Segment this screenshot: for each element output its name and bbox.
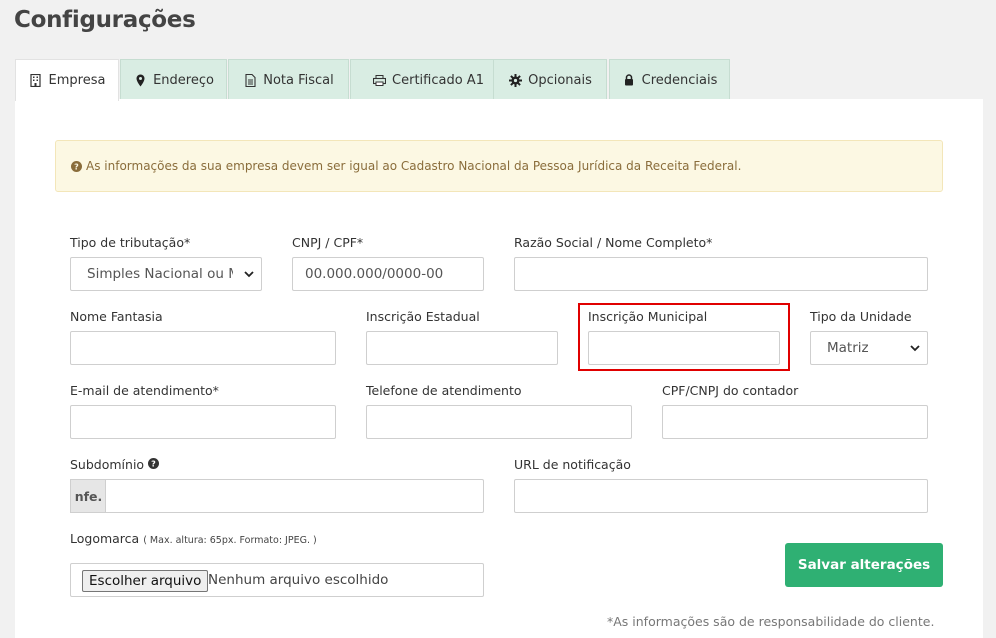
building-icon [29, 74, 43, 88]
document-icon [243, 73, 257, 87]
cpf-cnpj-contador-input[interactable] [662, 405, 928, 439]
email-atendimento-input[interactable] [70, 405, 336, 439]
tipo-tributacao-select[interactable]: Simples Nacional ou MEI [70, 257, 262, 291]
footnote: *As informações são de responsabilidade … [607, 614, 935, 629]
chevron-down-icon [909, 342, 921, 358]
subdominio-input[interactable] [105, 479, 484, 513]
tab-label: Credenciais [641, 72, 718, 88]
tipo-unidade-value: Matriz [827, 340, 869, 356]
cnpj-cpf-placeholder: 00.000.000/0000-00 [305, 266, 444, 282]
question-circle-icon[interactable]: ? [148, 457, 160, 472]
tab-label: Endereço [153, 72, 214, 88]
cnpj-cpf-label: CNPJ / CPF* [292, 235, 364, 250]
svg-text:?: ? [151, 460, 156, 469]
subdominio-prefix: nfe. [70, 479, 106, 513]
tab-label: Nota Fiscal [263, 72, 334, 88]
tab-label: Empresa [48, 73, 106, 88]
tab-label: Certificado A1 [392, 72, 484, 88]
url-notificacao-input[interactable] [514, 479, 928, 513]
tab-empresa[interactable]: Empresa [15, 59, 119, 101]
cpf-cnpj-contador-label: CPF/CNPJ do contador [662, 383, 799, 398]
chevron-down-icon [243, 268, 255, 284]
tipo-unidade-label: Tipo da Unidade [810, 309, 912, 324]
info-alert: ? As informações da sua empresa devem se… [55, 140, 943, 192]
file-status: Nenhum arquivo escolhido [208, 572, 389, 588]
logomarca-label-group: Logomarca ( Max. altura: 65px. Formato: … [70, 531, 317, 546]
razao-social-input[interactable] [514, 257, 928, 291]
tab-label: Opcionais [528, 72, 592, 88]
choose-file-button[interactable]: Escolher arquivo [82, 570, 209, 592]
save-button[interactable]: Salvar alterações [785, 543, 943, 587]
tipo-tributacao-label: Tipo de tributação* [70, 235, 191, 250]
map-marker-icon [133, 73, 147, 87]
page-title: Configurações [14, 7, 196, 33]
razao-social-label: Razão Social / Nome Completo* [514, 235, 713, 250]
alert-text: As informações da sua empresa devem ser … [86, 159, 742, 173]
nome-fantasia-input[interactable] [70, 331, 336, 365]
gear-icon [508, 73, 522, 87]
subdominio-label-group: Subdomínio ? [70, 457, 160, 472]
logomarca-hint: ( Max. altura: 65px. Formato: JPEG. ) [143, 535, 317, 546]
tab-certificado-a1[interactable]: Certificado A1 [350, 59, 506, 100]
tab-endereco[interactable]: Endereço [120, 59, 227, 100]
printer-icon [372, 73, 386, 87]
telefone-atendimento-label: Telefone de atendimento [366, 383, 522, 398]
tab-nota-fiscal[interactable]: Nota Fiscal [228, 59, 349, 100]
nome-fantasia-label: Nome Fantasia [70, 309, 163, 324]
highlight-box [578, 303, 790, 371]
tipo-unidade-select[interactable]: Matriz [810, 331, 928, 365]
telefone-atendimento-input[interactable] [366, 405, 632, 439]
question-circle-icon: ? [71, 160, 82, 172]
tab-credenciais[interactable]: Credenciais [609, 59, 730, 100]
tab-opcionais[interactable]: Opcionais [493, 59, 607, 100]
lock-icon [622, 73, 636, 87]
cnpj-cpf-input[interactable]: 00.000.000/0000-00 [292, 257, 484, 291]
tipo-tributacao-value: Simples Nacional ou MEI [87, 266, 233, 282]
inscricao-estadual-label: Inscrição Estadual [366, 309, 480, 324]
subdominio-label: Subdomínio [70, 457, 145, 472]
url-notificacao-label: URL de notificação [514, 457, 631, 472]
logomarca-label: Logomarca [70, 531, 140, 546]
email-atendimento-label: E-mail de atendimento* [70, 383, 219, 398]
svg-text:?: ? [74, 162, 79, 171]
inscricao-estadual-input[interactable] [366, 331, 558, 365]
